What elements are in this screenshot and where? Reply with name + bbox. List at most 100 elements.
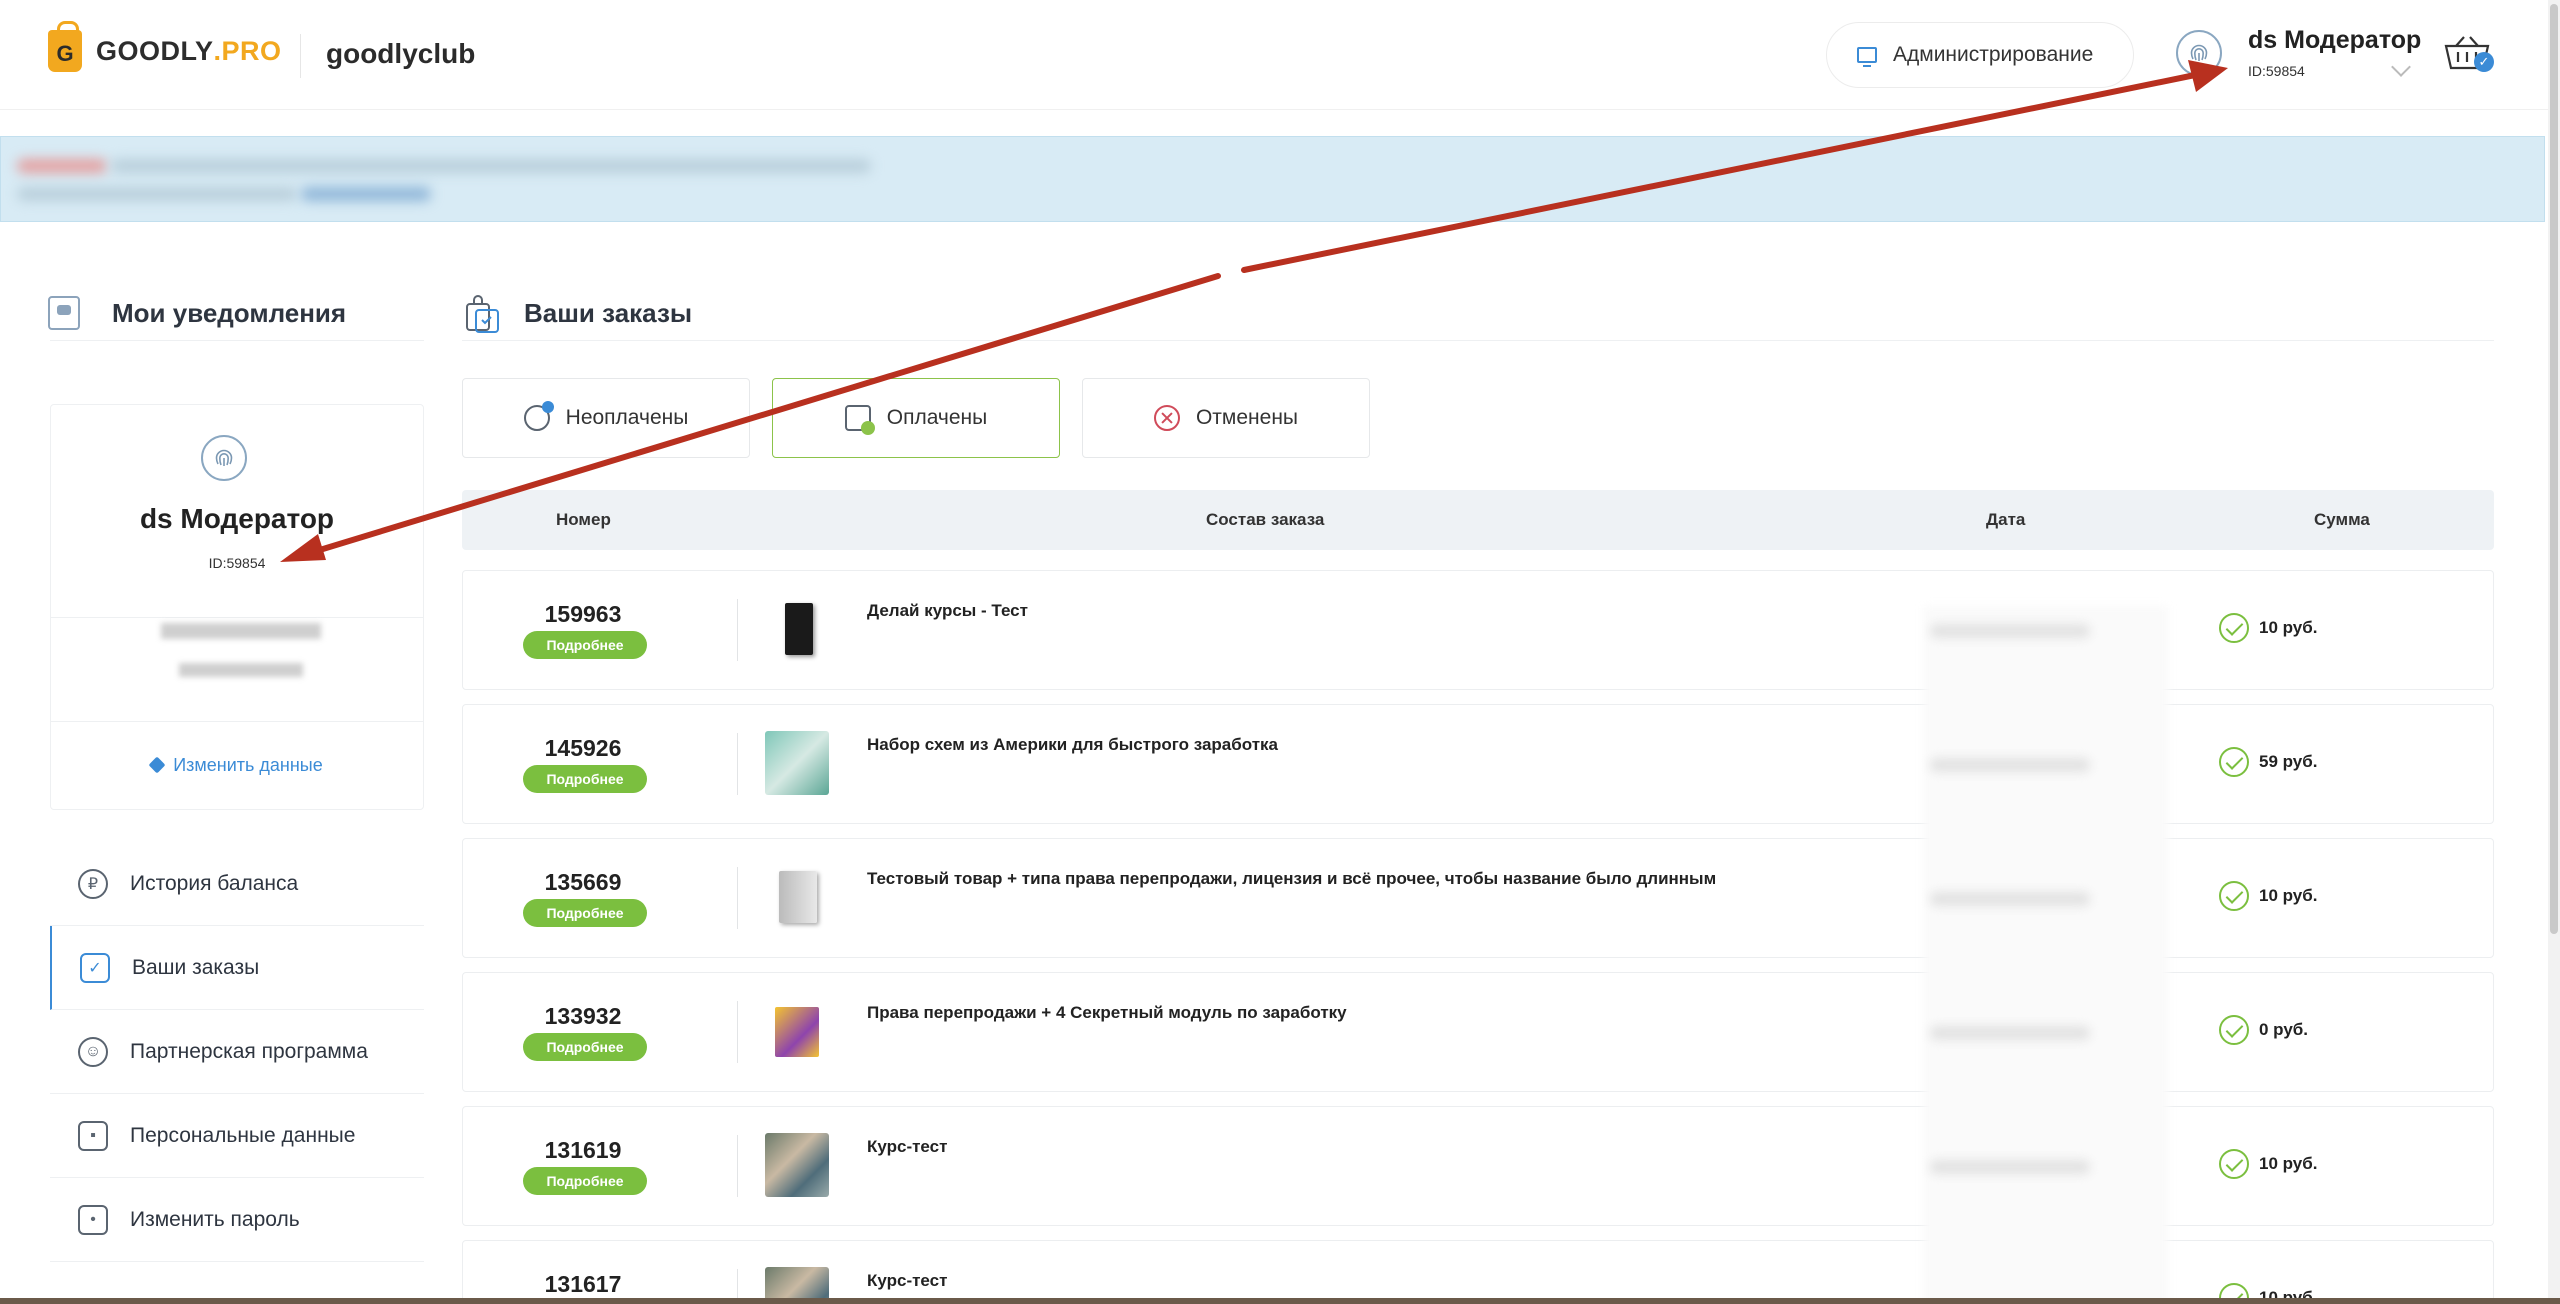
notice-blurred-link (301, 187, 431, 201)
date-blurred (1930, 1160, 2090, 1174)
menu-item-change-password[interactable]: • Изменить пароль (50, 1178, 424, 1262)
product-thumbnail[interactable] (765, 999, 829, 1063)
column-date: Дата (1986, 510, 2026, 529)
details-button[interactable]: Подробнее (523, 765, 647, 793)
details-button[interactable]: Подробнее (523, 1167, 647, 1195)
menu-item-personal-data[interactable]: ▪ Персональные данные (50, 1094, 424, 1178)
product-thumbnail[interactable] (765, 1133, 829, 1197)
orders-title: Ваши заказы (524, 298, 693, 328)
details-button[interactable]: Подробнее (523, 631, 647, 659)
cart-check-badge: ✓ (2474, 52, 2494, 72)
order-product-title[interactable]: Делай курсы - Тест (867, 601, 1028, 621)
row-divider (737, 733, 738, 795)
scrollbar-thumb[interactable] (2550, 4, 2558, 934)
details-button[interactable]: Подробнее (523, 899, 647, 927)
order-product-title[interactable]: Права перепродажи + 4 Секретный модуль п… (867, 1003, 1347, 1023)
paid-check-icon (2219, 747, 2249, 777)
profile-divider (51, 617, 423, 618)
notice-blurred-text (111, 159, 871, 173)
order-sum: 10 руб. (2219, 881, 2317, 911)
date-blurred (1930, 892, 2090, 906)
pencil-icon (148, 756, 166, 774)
cancel-icon (1153, 405, 1180, 431)
notice-blurred-text (17, 159, 107, 173)
header-user-name: ds Модератор (2248, 26, 2422, 54)
row-divider (737, 1001, 738, 1063)
details-button[interactable]: Подробнее (523, 1033, 647, 1061)
row-divider (737, 1135, 738, 1197)
date-blurred (1930, 624, 2090, 638)
date-column-blurred (1924, 606, 2168, 1304)
notice-blurred-text (17, 187, 297, 201)
order-row: 131617 Курс-тест 10 руб. (462, 1240, 2494, 1304)
id-card-icon: ▪ (78, 1120, 108, 1151)
logo-bag-icon: G (48, 21, 82, 72)
tab-label: Оплачены (886, 406, 988, 429)
order-sum: 59 руб. (2219, 747, 2317, 777)
lock-icon: • (78, 1204, 108, 1235)
orders-bag-icon: ✓ (80, 952, 110, 983)
paid-check-icon (2219, 881, 2249, 911)
orders-table-header: Номер Состав заказа Дата Сумма (462, 490, 2494, 550)
admin-button[interactable]: Администрирование (1826, 22, 2134, 88)
profile-phone-blurred (179, 663, 303, 677)
product-thumbnail[interactable] (765, 865, 829, 929)
fingerprint-avatar-icon[interactable] (2176, 30, 2222, 76)
order-number: 159963 (544, 601, 622, 627)
profile-divider (51, 721, 423, 722)
paid-check-icon (2219, 1015, 2249, 1045)
row-divider (737, 599, 738, 661)
order-sum: 0 руб. (2219, 1015, 2308, 1045)
order-number: 131619 (544, 1137, 622, 1163)
order-product-title[interactable]: Курс-тест (867, 1271, 947, 1291)
ruble-icon: ₽ (78, 868, 108, 899)
paid-check-icon (2219, 1149, 2249, 1179)
order-status-tabs: Неоплачены Оплачены Отменены (462, 378, 1370, 458)
product-thumbnail[interactable] (765, 597, 829, 661)
profile-email-blurred (161, 623, 321, 639)
order-sum: 10 руб. (2219, 1149, 2317, 1179)
clock-icon (523, 401, 554, 431)
order-product-title[interactable]: Курс-тест (867, 1137, 947, 1157)
shop-name[interactable]: goodlyclub (326, 38, 475, 70)
tab-unpaid[interactable]: Неоплачены (462, 378, 750, 458)
menu-item-partners[interactable]: ☺ Партнерская программа (50, 1010, 424, 1094)
bottom-edge-strip (0, 1298, 2560, 1304)
tab-label: Отменены (1195, 406, 1299, 429)
profile-id: ID:59854 (208, 555, 266, 571)
column-content: Состав заказа (1206, 510, 1325, 529)
profile-card: ds Модератор ID:59854 Изменить данные (50, 404, 424, 810)
tab-paid[interactable]: Оплачены (772, 378, 1060, 458)
menu-item-orders[interactable]: ✓ Ваши заказы (50, 926, 424, 1010)
notifications-icon (48, 296, 80, 330)
tab-label: Неоплачены (565, 406, 689, 429)
menu-item-label: Изменить пароль (130, 1207, 300, 1231)
tab-cancelled[interactable]: Отменены (1082, 378, 1370, 458)
logo[interactable]: G GOODLY.PRO (48, 21, 282, 72)
date-blurred (1930, 1026, 2090, 1040)
order-number: 131617 (544, 1271, 622, 1297)
order-product-title[interactable]: Тестовый товар + типа права перепродажи,… (867, 869, 1716, 889)
order-product-title[interactable]: Набор схем из Америки для быстрого зараб… (867, 735, 1278, 755)
menu-item-balance-history[interactable]: ₽ История баланса (50, 842, 424, 926)
product-thumbnail[interactable] (765, 731, 829, 795)
menu-item-label: История баланса (130, 871, 299, 895)
menu-item-label: Ваши заказы (132, 955, 260, 979)
notifications-title: Мои уведомления (112, 298, 347, 328)
order-row: 133932 Подробнее Права перепродажи + 4 С… (462, 972, 2494, 1092)
edit-profile-link[interactable]: Изменить данные (51, 755, 423, 776)
partners-icon: ☺ (78, 1036, 108, 1067)
logo-suffix: .PRO (213, 35, 282, 66)
profile-name: ds Модератор (139, 503, 335, 534)
paid-bag-icon (844, 405, 875, 435)
notifications-divider (50, 340, 424, 341)
paid-check-icon (2219, 613, 2249, 643)
fingerprint-avatar-icon (201, 435, 247, 481)
row-divider (737, 867, 738, 929)
top-header: G GOODLY.PRO goodlyclub Администрировани… (0, 0, 2548, 110)
order-row: 131619 Подробнее Курс-тест 10 руб. (462, 1106, 2494, 1226)
order-row: 159963 Подробнее Делай курсы - Тест 10 р… (462, 570, 2494, 690)
order-row: 135669 Подробнее Тестовый товар + типа п… (462, 838, 2494, 958)
order-row: 145926 Подробнее Набор схем из Америки д… (462, 704, 2494, 824)
account-menu: ₽ История баланса ✓ Ваши заказы ☺ Партне… (50, 842, 424, 1262)
